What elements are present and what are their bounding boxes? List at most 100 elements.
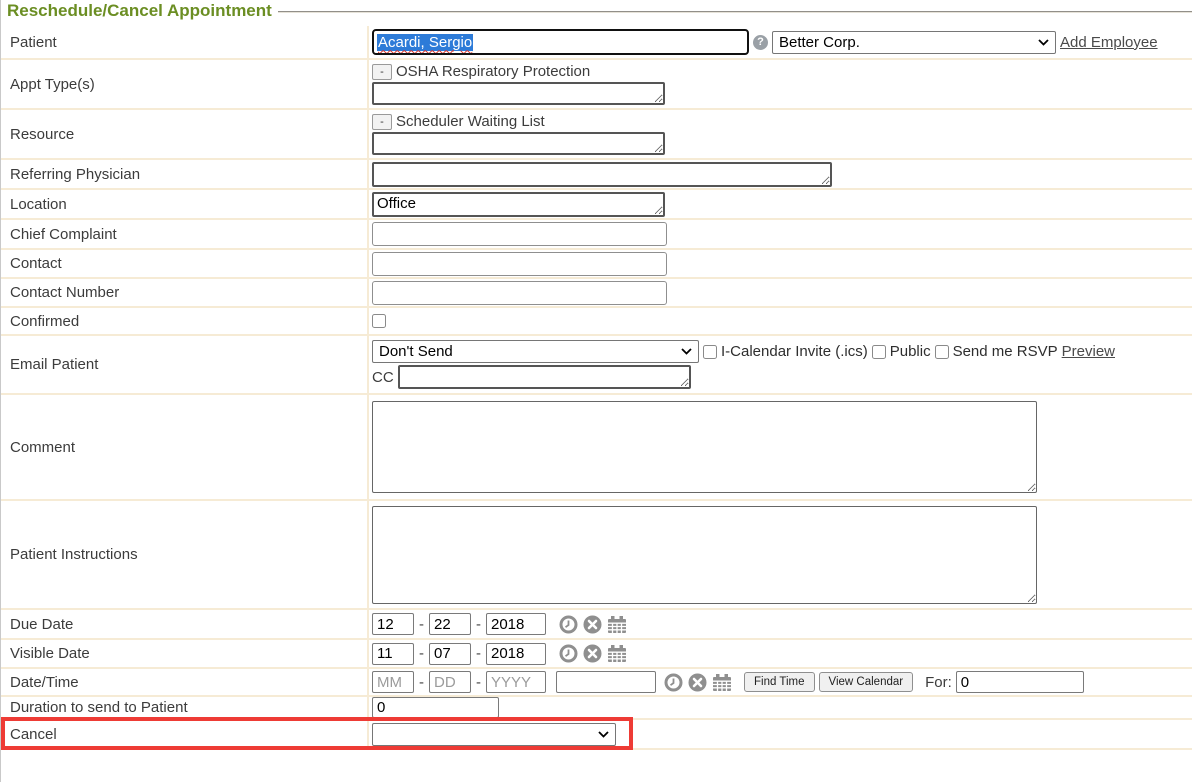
chief-complaint-input[interactable]: [372, 222, 667, 246]
legend-rule: [278, 11, 1192, 13]
appt-type-remove-button[interactable]: -: [372, 64, 392, 80]
due-date-month-input[interactable]: [372, 613, 414, 635]
resource-selected: Scheduler Waiting List: [396, 113, 545, 130]
row-email-patient: Email Patient Don't Send I-Calendar Invi…: [1, 336, 1192, 395]
help-icon[interactable]: ?: [753, 35, 768, 50]
patient-input-selected-text: Acardi, Sergio: [377, 34, 473, 51]
email-patient-label: Email Patient: [1, 336, 369, 393]
public-checkbox-label: Public: [890, 343, 931, 360]
icalendar-checkbox-label: I-Calendar Invite (.ics): [721, 343, 868, 360]
location-input[interactable]: Office: [372, 192, 665, 217]
visible-date-month-input[interactable]: [372, 643, 414, 665]
contact-number-input[interactable]: [372, 281, 667, 305]
clear-date-icon[interactable]: [583, 615, 602, 634]
view-calendar-button[interactable]: View Calendar: [819, 672, 914, 692]
clear-date-icon[interactable]: [583, 644, 602, 663]
row-comment: Comment: [1, 395, 1192, 501]
preview-link[interactable]: Preview: [1062, 343, 1115, 360]
row-due-date: Due Date - -: [1, 610, 1192, 640]
duration-input[interactable]: [372, 697, 499, 718]
date-time-year-input[interactable]: [486, 671, 546, 693]
location-label: Location: [1, 190, 369, 218]
row-contact-number: Contact Number: [1, 279, 1192, 308]
company-select-value: Better Corp.: [779, 34, 860, 51]
appt-type-selected: OSHA Respiratory Protection: [396, 63, 590, 80]
find-time-button[interactable]: Find Time: [744, 672, 815, 692]
calendar-icon[interactable]: [712, 673, 732, 692]
due-date-label: Due Date: [1, 610, 369, 638]
company-select[interactable]: Better Corp.: [772, 31, 1056, 54]
date-time-day-input[interactable]: [429, 671, 471, 693]
row-date-time: Date/Time - - Find Time View Calendar: [1, 669, 1192, 697]
chief-complaint-label: Chief Complaint: [1, 220, 369, 248]
date-time-label: Date/Time: [1, 669, 369, 695]
patient-instructions-input[interactable]: [372, 506, 1037, 604]
visible-date-label: Visible Date: [1, 640, 369, 667]
confirmed-label: Confirmed: [1, 308, 369, 334]
appt-type-label: Appt Type(s): [1, 60, 369, 108]
appt-type-input[interactable]: [372, 82, 665, 105]
date-separator: -: [419, 645, 424, 662]
contact-number-label: Contact Number: [1, 279, 369, 306]
contact-input[interactable]: [372, 252, 667, 276]
resource-label: Resource: [1, 110, 369, 158]
due-date-year-input[interactable]: [486, 613, 546, 635]
email-send-select[interactable]: Don't Send: [372, 340, 699, 363]
row-referring-physician: Referring Physician: [1, 160, 1192, 190]
date-separator: -: [476, 674, 481, 691]
row-contact: Contact: [1, 250, 1192, 279]
date-time-month-input[interactable]: [372, 671, 414, 693]
public-checkbox[interactable]: [872, 345, 886, 359]
icalendar-checkbox[interactable]: [703, 345, 717, 359]
time-input[interactable]: [556, 671, 656, 693]
clock-icon[interactable]: [559, 615, 578, 634]
row-chief-complaint: Chief Complaint: [1, 220, 1192, 250]
cc-input[interactable]: [398, 365, 691, 389]
rsvp-checkbox[interactable]: [935, 345, 949, 359]
add-employee-link[interactable]: Add Employee: [1060, 34, 1158, 51]
clear-date-icon[interactable]: [688, 673, 707, 692]
reschedule-cancel-form: Reschedule/Cancel Appointment Patient Ac…: [0, 0, 1192, 782]
cancel-select[interactable]: [372, 723, 616, 746]
referring-physician-input[interactable]: [372, 162, 832, 187]
visible-date-day-input[interactable]: [429, 643, 471, 665]
row-confirmed: Confirmed: [1, 308, 1192, 336]
cancel-label: Cancel: [1, 720, 369, 748]
referring-physician-label: Referring Physician: [1, 160, 369, 188]
for-label: For:: [925, 674, 952, 691]
contact-label: Contact: [1, 250, 369, 277]
confirmed-checkbox[interactable]: [372, 314, 386, 328]
comment-input[interactable]: [372, 401, 1037, 493]
row-resource: Resource - Scheduler Waiting List: [1, 110, 1192, 160]
rsvp-checkbox-label: Send me RSVP: [953, 343, 1058, 360]
row-visible-date: Visible Date - -: [1, 640, 1192, 669]
form-header: Reschedule/Cancel Appointment: [1, 0, 1192, 26]
row-cancel: Cancel: [1, 720, 1192, 750]
calendar-icon[interactable]: [607, 644, 627, 663]
row-patient-instructions: Patient Instructions: [1, 501, 1192, 610]
row-location: Location Office: [1, 190, 1192, 220]
row-patient: Patient Acardi, Sergio ? Better Corp. Ad…: [1, 26, 1192, 60]
calendar-icon[interactable]: [607, 615, 627, 634]
date-separator: -: [476, 645, 481, 662]
patient-label: Patient: [1, 26, 369, 58]
due-date-day-input[interactable]: [429, 613, 471, 635]
for-input[interactable]: [956, 671, 1084, 693]
row-appt-type: Appt Type(s) - OSHA Respiratory Protecti…: [1, 60, 1192, 110]
duration-label: Duration to send to Patient: [1, 697, 369, 718]
chevron-down-icon: [598, 731, 609, 738]
resource-remove-button[interactable]: -: [372, 114, 392, 130]
chevron-down-icon: [1038, 39, 1049, 46]
chevron-down-icon: [681, 348, 692, 355]
date-separator: -: [419, 674, 424, 691]
patient-instructions-label: Patient Instructions: [1, 501, 369, 608]
date-separator: -: [476, 616, 481, 633]
clock-icon[interactable]: [664, 673, 683, 692]
resource-input[interactable]: [372, 132, 665, 155]
page-title: Reschedule/Cancel Appointment: [5, 0, 278, 21]
visible-date-year-input[interactable]: [486, 643, 546, 665]
patient-input[interactable]: Acardi, Sergio: [372, 29, 749, 55]
clock-icon[interactable]: [559, 644, 578, 663]
cc-label: CC: [372, 369, 394, 386]
email-send-select-value: Don't Send: [379, 343, 453, 360]
